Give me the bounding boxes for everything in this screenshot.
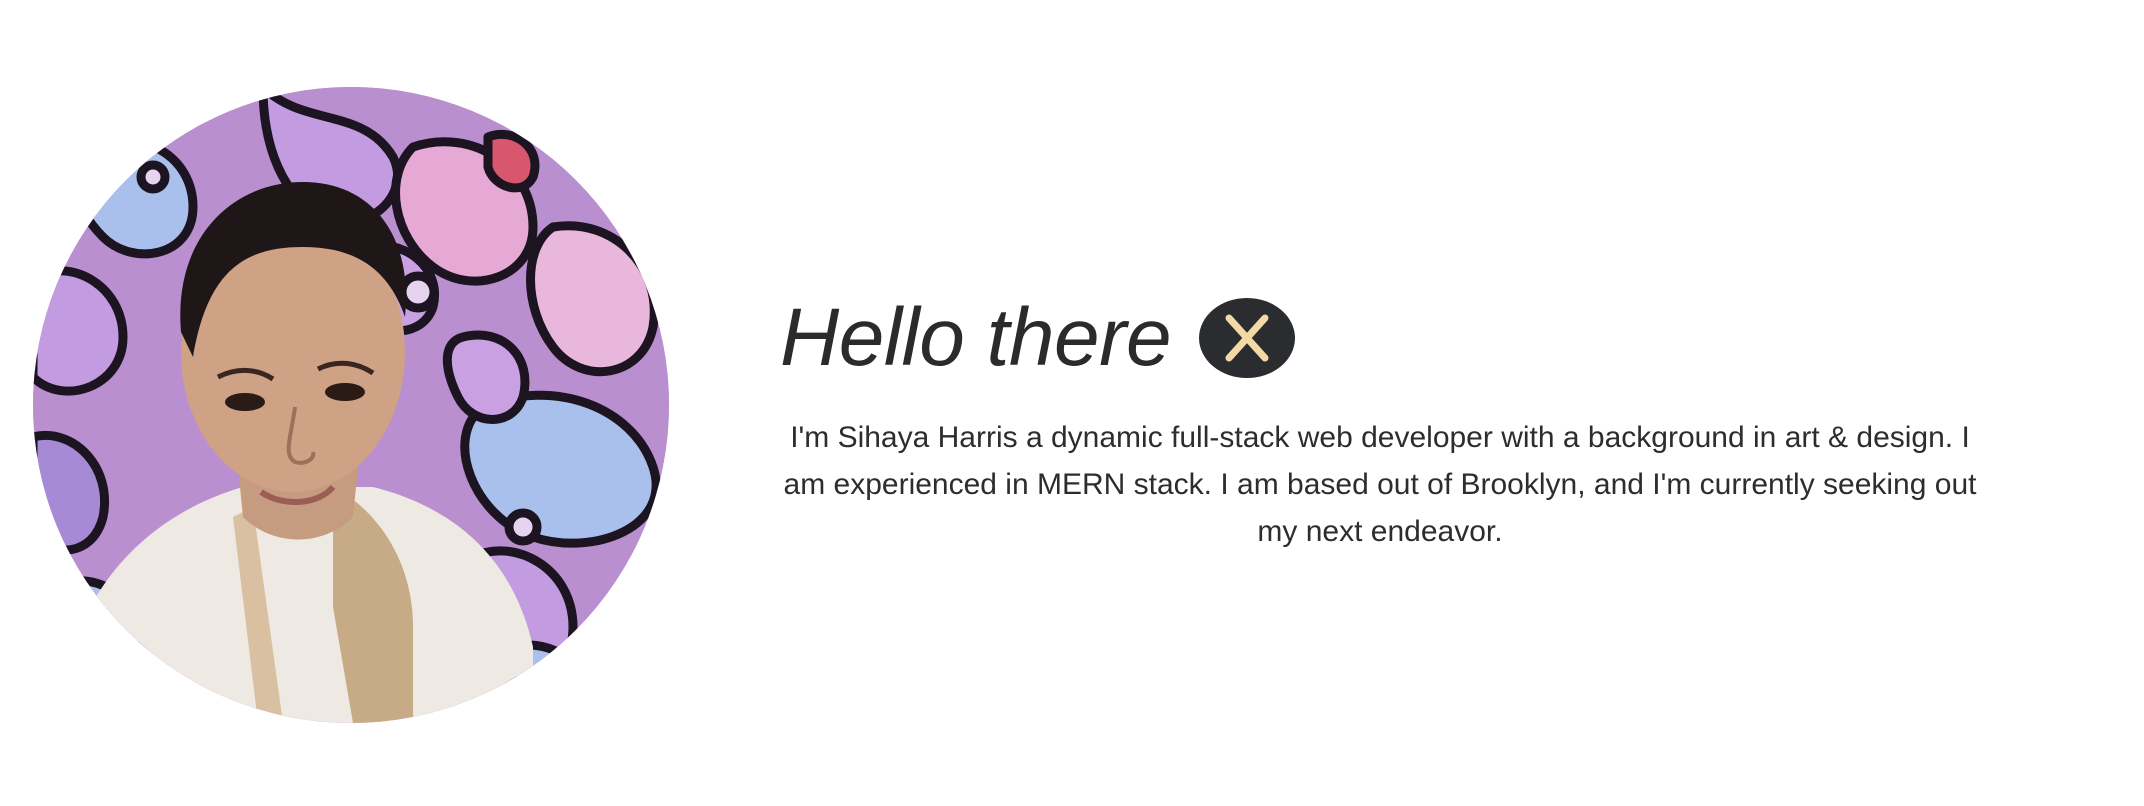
close-x-icon[interactable] — [1199, 298, 1296, 378]
profile-photo-illustration — [33, 87, 669, 723]
intro-block: Hello there I'm Sihaya Harris a dynamic … — [780, 288, 2010, 555]
x-glyph — [1225, 314, 1269, 362]
greeting-row: Hello there — [780, 288, 2010, 388]
greeting-heading: Hello there — [780, 292, 1172, 383]
about-section: Hello there I'm Sihaya Harris a dynamic … — [0, 0, 2144, 806]
profile-photo — [33, 87, 669, 723]
bio-paragraph: I'm Sihaya Harris a dynamic full-stack w… — [783, 421, 1977, 548]
